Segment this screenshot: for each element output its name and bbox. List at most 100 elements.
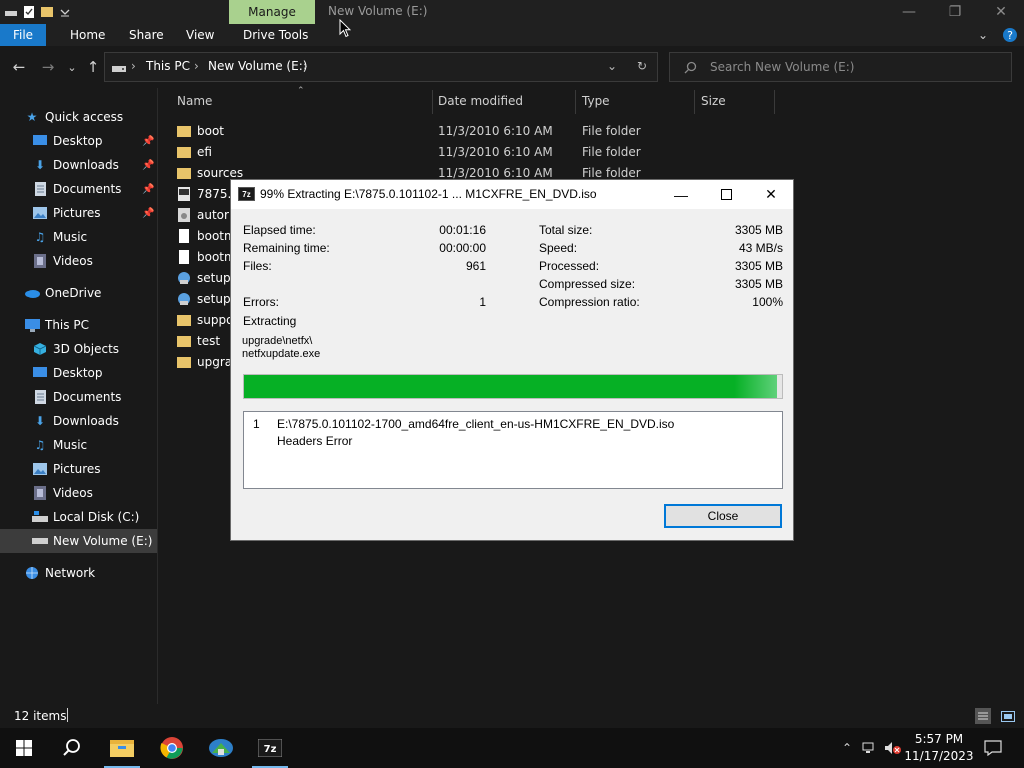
breadcrumb-new-volume[interactable]: New Volume (E:) xyxy=(208,59,307,73)
breadcrumb-this-pc[interactable]: This PC xyxy=(146,59,190,73)
file-explorer-icon xyxy=(110,740,134,757)
close-button[interactable]: Close xyxy=(664,504,782,528)
dialog-maximize-button[interactable] xyxy=(704,180,748,209)
progress-fill xyxy=(244,375,777,398)
close-icon: ✕ xyxy=(765,186,777,202)
taskbar-file-explorer[interactable] xyxy=(98,728,146,768)
files-value: 961 xyxy=(465,259,486,273)
nav-pc-3d-objects[interactable]: 3D Objects xyxy=(0,337,157,361)
errors-value: 1 xyxy=(479,295,486,309)
nav-qa-desktop[interactable]: Desktop 📌 xyxy=(0,129,157,153)
nav-pc-new-volume-e[interactable]: New Volume (E:) xyxy=(0,529,157,553)
search-box[interactable]: Search New Volume (E:) xyxy=(669,52,1012,82)
back-button[interactable]: ← xyxy=(8,56,30,78)
nav-label: Music xyxy=(53,438,88,452)
nav-qa-documents[interactable]: Documents 📌 xyxy=(0,177,157,201)
videos-icon xyxy=(32,253,48,269)
extraction-dialog: 7z 99% Extracting E:\7875.0.101102-1 ...… xyxy=(230,179,794,541)
nav-label: Music xyxy=(53,230,88,244)
processed-value: 3305 MB xyxy=(734,259,783,273)
network-tray-button[interactable] xyxy=(860,728,880,768)
nav-pc-pictures[interactable]: Pictures xyxy=(0,457,157,481)
nav-quick-access[interactable]: ★ Quick access xyxy=(0,105,157,129)
nav-pc-desktop[interactable]: Desktop xyxy=(0,361,157,385)
drive-icon xyxy=(112,66,126,72)
nav-qa-pictures[interactable]: Pictures 📌 xyxy=(0,201,157,225)
recent-locations-button[interactable]: ⌄ xyxy=(61,56,83,78)
new-folder-icon[interactable] xyxy=(40,5,54,19)
manage-contextual-tab[interactable]: Manage xyxy=(229,0,315,24)
show-hidden-icons-button[interactable]: ⌃ xyxy=(837,728,857,768)
column-header-name[interactable]: Name xyxy=(177,94,212,108)
help-icon: ? xyxy=(1003,28,1017,42)
nav-qa-music[interactable]: ♫ Music xyxy=(0,225,157,249)
search-icon xyxy=(63,739,80,756)
address-history-chevron-icon[interactable]: ⌄ xyxy=(607,59,617,73)
refresh-icon[interactable]: ↻ xyxy=(637,59,647,73)
mouse-cursor-icon xyxy=(339,19,351,38)
minimize-button[interactable]: — xyxy=(886,0,932,24)
address-bar[interactable]: › This PC › New Volume (E:) › ⌄ ↻ xyxy=(104,52,658,82)
column-header-size[interactable]: Size xyxy=(701,94,726,108)
expand-ribbon-button[interactable]: ⌄ xyxy=(978,24,988,46)
dialog-minimize-button[interactable]: — xyxy=(659,180,703,209)
notifications-button[interactable] xyxy=(978,728,1008,768)
nav-onedrive[interactable]: OneDrive xyxy=(0,281,157,305)
taskbar-download-manager[interactable] xyxy=(197,728,245,768)
start-button[interactable] xyxy=(0,728,48,768)
up-button[interactable]: ↑ xyxy=(82,56,104,78)
customize-toolbar-chevron-icon[interactable] xyxy=(58,5,72,19)
nav-pc-local-disk-c[interactable]: Local Disk (C:) xyxy=(0,505,157,529)
tab-view[interactable]: View xyxy=(176,24,224,46)
nav-pc-documents[interactable]: Documents xyxy=(0,385,157,409)
file-type: File folder xyxy=(582,165,641,180)
properties-icon[interactable] xyxy=(22,5,36,19)
ribbon-tabs: File Home Share View Drive Tools ⌄ ? xyxy=(0,24,1024,46)
nav-pc-videos[interactable]: Videos xyxy=(0,481,157,505)
large-icons-view-button[interactable] xyxy=(999,708,1017,724)
music-icon: ♫ xyxy=(34,230,46,244)
dialog-close-button[interactable]: ✕ xyxy=(749,180,793,209)
file-row[interactable]: efi 11/3/2010 6:10 AM File folder xyxy=(177,141,641,162)
drive-icon xyxy=(32,533,48,549)
arrow-up-icon: ↑ xyxy=(86,58,100,76)
help-button[interactable]: ? xyxy=(1002,24,1018,46)
restore-button[interactable]: ❐ xyxy=(932,0,978,24)
taskbar-7zip[interactable]: 7z xyxy=(246,728,294,768)
volume-tray-button[interactable] xyxy=(882,728,904,768)
nav-qa-videos[interactable]: Videos xyxy=(0,249,157,273)
nav-this-pc[interactable]: This PC xyxy=(0,313,157,337)
taskbar-chrome[interactable] xyxy=(148,728,196,768)
tab-drive-tools[interactable]: Drive Tools xyxy=(233,24,318,46)
nav-pc-music[interactable]: ♫ Music xyxy=(0,433,157,457)
column-divider[interactable] xyxy=(575,90,576,114)
7zip-icon: 7z xyxy=(238,187,255,201)
column-header-date[interactable]: Date modified xyxy=(438,94,523,108)
tab-file[interactable]: File xyxy=(0,24,46,46)
details-view-button[interactable] xyxy=(975,708,991,724)
network-icon xyxy=(24,565,40,581)
close-window-button[interactable]: ✕ xyxy=(978,0,1024,24)
column-divider[interactable] xyxy=(432,90,433,114)
nav-qa-downloads[interactable]: ⬇ Downloads 📌 xyxy=(0,153,157,177)
search-button[interactable] xyxy=(48,728,96,768)
nav-pc-downloads[interactable]: ⬇ Downloads xyxy=(0,409,157,433)
folder-icon xyxy=(177,146,191,158)
column-divider[interactable] xyxy=(694,90,695,114)
nav-network[interactable]: Network xyxy=(0,561,157,585)
nav-label: Documents xyxy=(53,390,122,404)
music-icon: ♫ xyxy=(34,438,46,452)
svg-text:7z: 7z xyxy=(264,744,277,755)
column-divider[interactable] xyxy=(774,90,775,114)
file-row[interactable]: boot 11/3/2010 6:10 AM File folder xyxy=(177,120,641,141)
pin-icon: 📌 xyxy=(142,159,155,171)
forward-button[interactable]: → xyxy=(37,56,59,78)
tab-home[interactable]: Home xyxy=(60,24,115,46)
tab-share[interactable]: Share xyxy=(119,24,174,46)
drive-icon[interactable] xyxy=(4,5,18,19)
breadcrumb-separator-icon: › xyxy=(194,59,199,73)
error-message-list[interactable]: 1 E:\7875.0.101102-1700_amd64fre_client_… xyxy=(243,411,783,489)
column-header-type[interactable]: Type xyxy=(582,94,610,108)
remaining-time-label: Remaining time: xyxy=(243,241,330,255)
taskbar-clock[interactable]: 5:57 PM 11/17/2023 xyxy=(904,731,974,765)
